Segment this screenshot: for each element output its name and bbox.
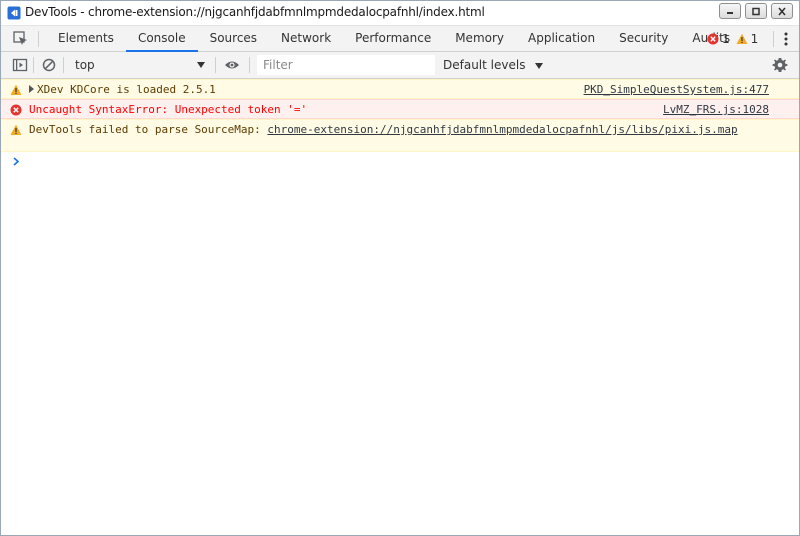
restore-button[interactable] xyxy=(745,3,767,19)
restore-icon xyxy=(752,7,760,15)
context-value: top xyxy=(75,58,95,72)
context-selector[interactable]: top xyxy=(69,55,209,75)
close-button[interactable] xyxy=(771,3,793,19)
title-bar: DevTools - chrome-extension://njgcanhfjd… xyxy=(1,1,799,26)
sourcemap-link[interactable]: chrome-extension://njgcanhfjdabfmnlmpmde… xyxy=(267,123,737,136)
chevron-down-icon xyxy=(535,62,544,69)
window-title: DevTools - chrome-extension://njgcanhfjd… xyxy=(25,5,485,19)
gear-icon[interactable] xyxy=(772,57,788,73)
log-levels-dropdown[interactable]: Default levels xyxy=(443,55,544,75)
error-count: 1 xyxy=(722,31,730,46)
expand-arrow-icon[interactable] xyxy=(29,85,34,93)
minimize-button[interactable] xyxy=(719,3,741,19)
tab-application[interactable]: Application xyxy=(516,26,607,51)
error-icon xyxy=(10,104,22,116)
tab-performance[interactable]: Performance xyxy=(343,26,443,51)
message-text: DevTools failed to parse SourceMap: xyxy=(29,123,268,136)
message-text: Uncaught SyntaxError: Unexpected token '… xyxy=(29,103,308,116)
warning-count: 1 xyxy=(750,31,759,46)
error-icon xyxy=(707,33,719,44)
inspect-element-icon[interactable] xyxy=(13,31,28,46)
log-levels-label: Default levels xyxy=(443,58,526,72)
more-options-icon[interactable] xyxy=(784,32,788,46)
warning-icon xyxy=(10,84,22,95)
chevron-down-icon xyxy=(197,62,205,68)
console-message-warning[interactable]: XDev KDCore is loaded 2.5.1 PKD_SimpleQu… xyxy=(1,79,799,99)
console-toolbar: top Default levels xyxy=(1,52,799,79)
show-sidebar-icon[interactable] xyxy=(12,57,28,73)
source-link[interactable]: LvMZ_FRS.js:1028 xyxy=(663,100,769,119)
message-text: XDev KDCore is loaded 2.5.1 xyxy=(37,83,216,96)
tab-network[interactable]: Network xyxy=(269,26,343,51)
console-message-warning[interactable]: DevTools failed to parse SourceMap: chro… xyxy=(1,119,799,152)
clear-console-icon[interactable] xyxy=(41,57,57,73)
warning-icon xyxy=(10,124,22,135)
prompt-chevron-icon xyxy=(13,157,20,166)
issue-counter[interactable]: 1 1 xyxy=(707,26,761,51)
panel-tab-bar: Elements Console Sources Network Perform… xyxy=(1,26,799,52)
warning-icon xyxy=(736,33,748,44)
tab-sources[interactable]: Sources xyxy=(198,26,269,51)
filter-input[interactable] xyxy=(257,55,435,75)
console-prompt[interactable] xyxy=(1,152,799,172)
tab-elements[interactable]: Elements xyxy=(46,26,126,51)
devtools-app-icon xyxy=(7,6,21,20)
devtools-window: DevTools - chrome-extension://njgcanhfjd… xyxy=(0,0,800,536)
tab-memory[interactable]: Memory xyxy=(443,26,516,51)
close-icon xyxy=(778,6,786,16)
console-message-error[interactable]: Uncaught SyntaxError: Unexpected token '… xyxy=(1,99,799,119)
tab-console[interactable]: Console xyxy=(125,26,198,52)
live-expression-eye-icon[interactable] xyxy=(224,57,240,73)
tab-security[interactable]: Security xyxy=(607,26,680,51)
source-link[interactable]: PKD_SimpleQuestSystem.js:477 xyxy=(584,80,769,99)
console-output: XDev KDCore is loaded 2.5.1 PKD_SimpleQu… xyxy=(1,79,799,172)
minimize-icon xyxy=(727,12,733,14)
